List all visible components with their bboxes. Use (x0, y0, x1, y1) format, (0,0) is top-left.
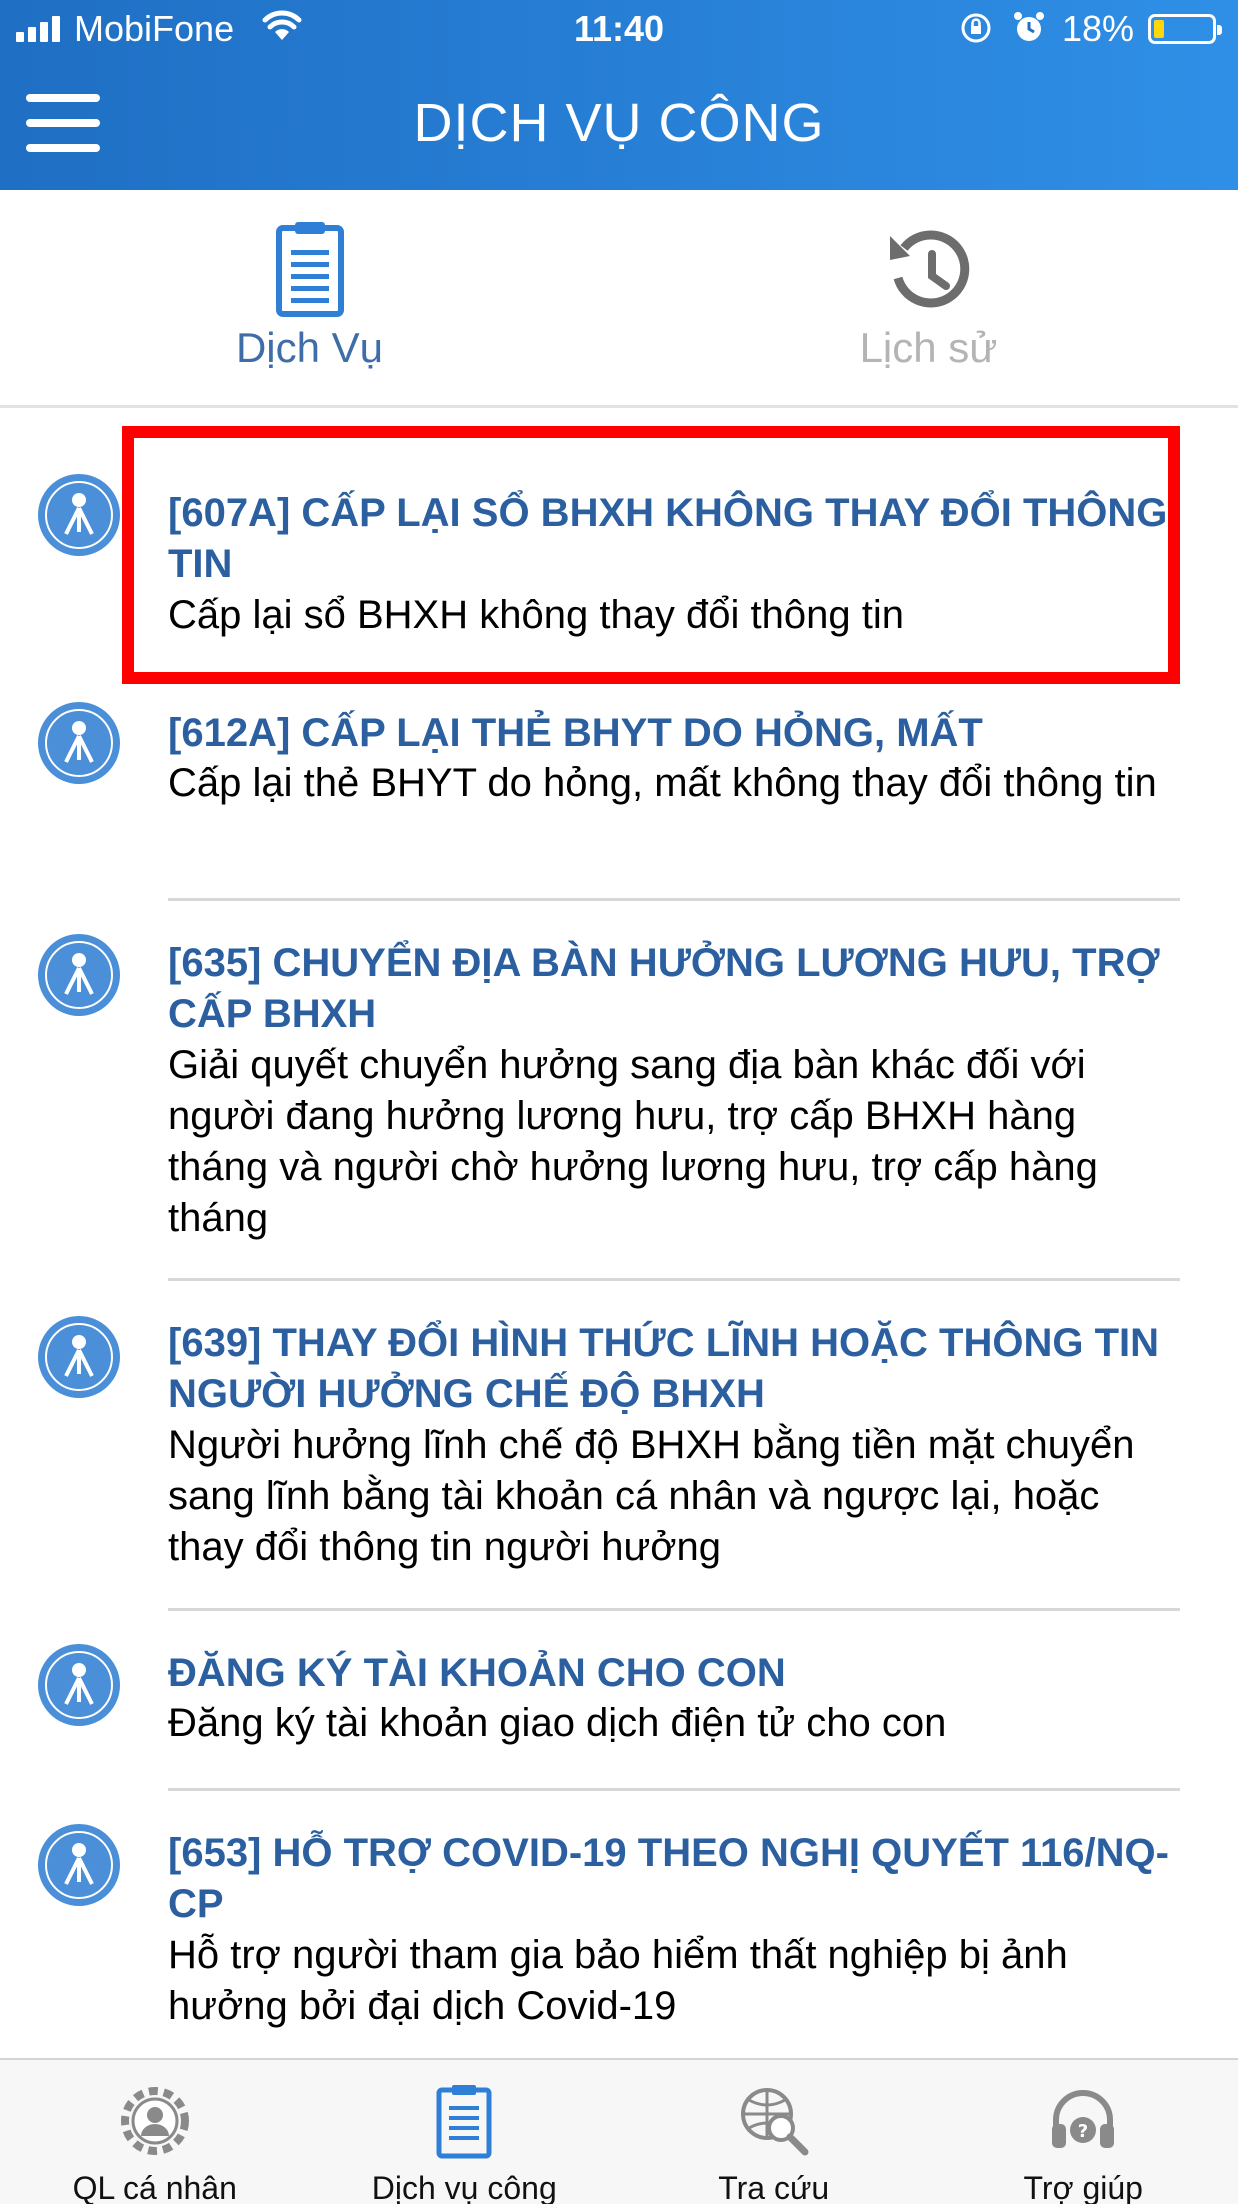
nav-help-label: Trợ giúp (1023, 2170, 1143, 2204)
alarm-icon (1014, 12, 1044, 41)
battery-percentage: 18% (1062, 8, 1135, 49)
service-title: [639] THAY ĐỔI HÌNH THỨC LĨNH HOẶC THÔNG… (168, 1321, 1160, 1416)
history-icon (889, 230, 969, 308)
battery-icon (1148, 14, 1222, 44)
list-item[interactable]: [639] THAY ĐỔI HÌNH THỨC LĨNH HOẶC THÔNG… (0, 1308, 1238, 1608)
service-description: Hỗ trợ người tham gia bảo hiểm thất nghi… (168, 1933, 1068, 2028)
app-screen: MobiFone 11:40 18% DỊCH VỤ CÔNG Dịch Vụ … (0, 0, 1238, 2204)
rotation-lock-icon (961, 13, 991, 43)
service-description: Người hưởng lĩnh chế độ BHXH bằng tiền m… (168, 1423, 1135, 1569)
nav-public-services[interactable]: Dịch vụ công (310, 2060, 620, 2204)
service-title: [653] HỖ TRỢ COVID-19 THEO NGHỊ QUYẾT 11… (168, 1831, 1169, 1926)
page-title: DỊCH VỤ CÔNG (413, 93, 825, 153)
svg-text:?: ? (1078, 2121, 1088, 2142)
list-item[interactable]: ĐĂNG KÝ TÀI KHOẢN CHO CON Đăng ký tài kh… (0, 1638, 1238, 1788)
nav-lookup[interactable]: Tra cứu (619, 2060, 929, 2204)
bhxh-logo-icon (38, 1644, 120, 1726)
headset-help-icon: ? (1052, 2090, 1115, 2148)
tab-services[interactable]: Dịch Vụ (0, 190, 619, 405)
nav-lookup-label: Tra cứu (718, 2170, 830, 2204)
list-item[interactable]: [612A] CẤP LẠI THẺ BHYT DO HỎNG, MẤT Cấp… (0, 698, 1238, 888)
list-divider (168, 898, 1180, 901)
tab-services-label: Dịch Vụ (235, 324, 384, 371)
service-title: ĐĂNG KÝ TÀI KHOẢN CHO CON (168, 1651, 786, 1695)
globe-search-icon (740, 2088, 809, 2156)
bhxh-logo-icon (38, 474, 120, 556)
gear-person-icon (120, 2087, 189, 2155)
document-list-icon (436, 2085, 492, 2159)
service-title: [635] CHUYỂN ĐỊA BÀN HƯỞNG LƯƠNG HƯU, TR… (168, 941, 1160, 1036)
battery-level-fill (1154, 20, 1164, 38)
list-divider (168, 1608, 1180, 1611)
status-time: 11:40 (573, 8, 665, 49)
nav-help[interactable]: ? Trợ giúp (929, 2060, 1238, 2204)
bhxh-logo-icon (38, 934, 120, 1016)
list-item[interactable]: [653] HỖ TRỢ COVID-19 THEO NGHỊ QUYẾT 11… (0, 1818, 1238, 2060)
service-description: Đăng ký tài khoản giao dịch điện tử cho … (168, 1701, 947, 1745)
list-item[interactable]: [635] CHUYỂN ĐỊA BÀN HƯỞNG LƯƠNG HƯU, TR… (0, 928, 1238, 1288)
service-title: [607A] CẤP LẠI SỔ BHXH KHÔNG THAY ĐỔI TH… (168, 491, 1168, 586)
list-divider (168, 1788, 1180, 1791)
service-description: Giải quyết chuyển hưởng sang địa bàn khá… (168, 1043, 1098, 1240)
service-description: Cấp lại sổ BHXH không thay đổi thông tin (168, 593, 904, 637)
segment-tabs: Dịch Vụ Lịch sử (0, 190, 1238, 408)
app-header: MobiFone 11:40 18% DỊCH VỤ CÔNG (0, 0, 1238, 190)
bottom-nav: QL cá nhân Dịch vụ công Tra cứu ? Trợ gi… (0, 2058, 1238, 2204)
tab-history[interactable]: Lịch sử (619, 190, 1238, 405)
document-list-icon (275, 222, 344, 317)
bhxh-logo-icon (38, 1824, 120, 1906)
list-item[interactable]: [607A] CẤP LẠI SỔ BHXH KHÔNG THAY ĐỔI TH… (0, 408, 1238, 648)
bhxh-logo-icon (38, 1316, 120, 1398)
service-description: Cấp lại thẻ BHYT do hỏng, mất không thay… (168, 761, 1157, 805)
service-list: [607A] CẤP LẠI SỔ BHXH KHÔNG THAY ĐỔI TH… (0, 408, 1238, 2060)
nav-personal[interactable]: QL cá nhân (0, 2060, 310, 2204)
status-bar: MobiFone 11:40 18% (0, 0, 1238, 58)
nav-personal-label: QL cá nhân (72, 2170, 237, 2204)
list-divider (168, 1278, 1180, 1281)
service-title: [612A] CẤP LẠI THẺ BHYT DO HỎNG, MẤT (168, 711, 983, 755)
tab-history-label: Lịch sử (859, 324, 998, 371)
nav-public-services-label: Dịch vụ công (371, 2170, 557, 2204)
bhxh-logo-icon (38, 702, 120, 784)
